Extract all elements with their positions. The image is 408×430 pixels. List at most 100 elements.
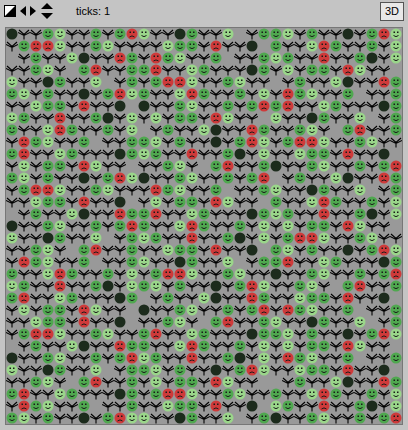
happy-turtle-icon bbox=[162, 52, 174, 64]
unhappy-turtle-icon bbox=[282, 88, 294, 100]
tree-icon bbox=[282, 316, 294, 328]
tree-icon bbox=[294, 64, 306, 76]
empty-patch bbox=[102, 364, 114, 376]
unhappy-turtle-icon bbox=[150, 208, 162, 220]
dark-turtle-icon bbox=[234, 148, 246, 160]
tree-icon bbox=[90, 52, 102, 64]
tree-icon bbox=[330, 184, 342, 196]
tree-icon bbox=[162, 136, 174, 148]
tree-icon bbox=[246, 268, 258, 280]
dark-turtle-icon bbox=[342, 328, 354, 340]
unhappy-turtle-icon bbox=[42, 40, 54, 52]
tree-icon bbox=[354, 28, 366, 40]
tree-icon bbox=[234, 208, 246, 220]
content-turtle-icon bbox=[150, 196, 162, 208]
content-turtle-icon bbox=[150, 364, 162, 376]
dark-turtle-icon bbox=[42, 76, 54, 88]
world-view[interactable] bbox=[5, 27, 403, 425]
content-turtle-icon bbox=[42, 268, 54, 280]
happy-turtle-icon bbox=[354, 208, 366, 220]
tree-icon bbox=[366, 364, 378, 376]
happy-turtle-icon bbox=[30, 256, 42, 268]
tree-icon bbox=[294, 412, 306, 424]
dark-turtle-icon bbox=[210, 292, 222, 304]
happy-turtle-icon bbox=[114, 220, 126, 232]
content-turtle-icon bbox=[90, 232, 102, 244]
unhappy-turtle-icon bbox=[378, 244, 390, 256]
tree-icon bbox=[150, 316, 162, 328]
patch-row bbox=[6, 136, 402, 148]
unhappy-turtle-icon bbox=[186, 88, 198, 100]
content-turtle-icon bbox=[222, 376, 234, 388]
tree-icon bbox=[294, 220, 306, 232]
unhappy-turtle-icon bbox=[150, 184, 162, 196]
3d-button[interactable]: 3D bbox=[380, 2, 404, 21]
unhappy-turtle-icon bbox=[54, 124, 66, 136]
content-turtle-icon bbox=[318, 160, 330, 172]
happy-turtle-icon bbox=[294, 304, 306, 316]
patch-row bbox=[6, 352, 402, 364]
tree-icon bbox=[234, 52, 246, 64]
patch-row bbox=[6, 112, 402, 124]
happy-turtle-icon bbox=[282, 232, 294, 244]
tree-icon bbox=[234, 100, 246, 112]
tree-icon bbox=[42, 112, 54, 124]
happy-turtle-icon bbox=[6, 88, 18, 100]
happy-turtle-icon bbox=[330, 256, 342, 268]
tree-icon bbox=[30, 412, 42, 424]
tree-icon bbox=[102, 208, 114, 220]
horizontal-arrows-icon[interactable] bbox=[20, 5, 36, 17]
tree-icon bbox=[90, 172, 102, 184]
tree-icon bbox=[18, 28, 30, 40]
tree-icon bbox=[246, 376, 258, 388]
happy-turtle-icon bbox=[162, 160, 174, 172]
dark-turtle-icon bbox=[246, 40, 258, 52]
vertical-arrows-icon[interactable] bbox=[40, 3, 54, 19]
tree-icon bbox=[246, 196, 258, 208]
unhappy-turtle-icon bbox=[318, 196, 330, 208]
tree-icon bbox=[6, 316, 18, 328]
dark-turtle-icon bbox=[378, 256, 390, 268]
tree-icon bbox=[162, 340, 174, 352]
happy-turtle-icon bbox=[66, 388, 78, 400]
unhappy-turtle-icon bbox=[342, 220, 354, 232]
happy-turtle-icon bbox=[294, 172, 306, 184]
tree-icon bbox=[186, 136, 198, 148]
tree-icon bbox=[246, 88, 258, 100]
happy-turtle-icon bbox=[198, 220, 210, 232]
tree-icon bbox=[90, 340, 102, 352]
patch-row bbox=[6, 196, 402, 208]
content-turtle-icon bbox=[42, 136, 54, 148]
happy-turtle-icon bbox=[90, 220, 102, 232]
tree-icon bbox=[234, 124, 246, 136]
tree-icon bbox=[90, 268, 102, 280]
tree-icon bbox=[342, 412, 354, 424]
content-turtle-icon bbox=[102, 184, 114, 196]
happy-turtle-icon bbox=[306, 292, 318, 304]
tree-icon bbox=[234, 292, 246, 304]
tree-icon bbox=[138, 40, 150, 52]
happy-turtle-icon bbox=[354, 52, 366, 64]
content-turtle-icon bbox=[138, 28, 150, 40]
empty-patch bbox=[270, 172, 282, 184]
happy-turtle-icon bbox=[186, 412, 198, 424]
happy-turtle-icon bbox=[234, 220, 246, 232]
happy-turtle-icon bbox=[306, 340, 318, 352]
happy-turtle-icon bbox=[366, 328, 378, 340]
dark-turtle-icon bbox=[306, 316, 318, 328]
happy-turtle-icon bbox=[198, 208, 210, 220]
unhappy-turtle-icon bbox=[342, 292, 354, 304]
tree-icon bbox=[342, 160, 354, 172]
tree-icon bbox=[102, 52, 114, 64]
unhappy-turtle-icon bbox=[78, 316, 90, 328]
zoom-toggle-icon[interactable] bbox=[4, 5, 16, 17]
tree-icon bbox=[222, 292, 234, 304]
tree-icon bbox=[150, 100, 162, 112]
content-turtle-icon bbox=[54, 184, 66, 196]
content-turtle-icon bbox=[198, 124, 210, 136]
unhappy-turtle-icon bbox=[54, 268, 66, 280]
tree-icon bbox=[114, 400, 126, 412]
dark-turtle-icon bbox=[270, 268, 282, 280]
happy-turtle-icon bbox=[234, 88, 246, 100]
patch-row bbox=[6, 388, 402, 400]
